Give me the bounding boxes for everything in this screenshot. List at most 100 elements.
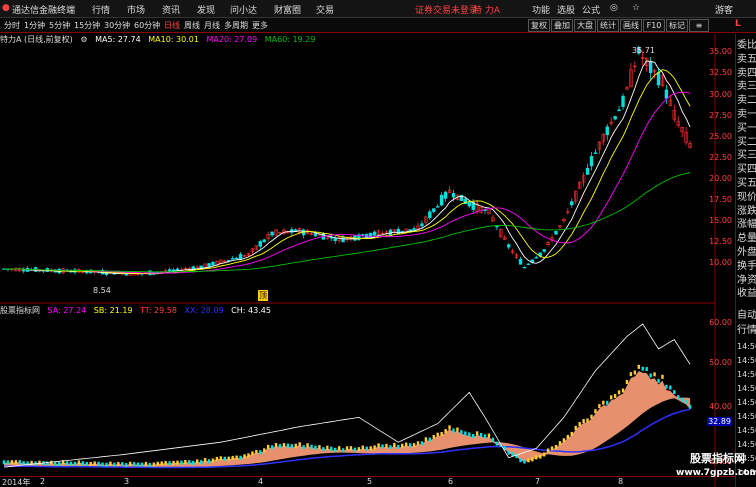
x-axis-label: 7 — [535, 477, 541, 486]
tt-bar — [259, 450, 262, 455]
menu-hangqing[interactable]: 行情 — [92, 3, 110, 16]
candle-body — [408, 229, 412, 231]
tt-bar — [452, 428, 455, 433]
price-axis-label: 35.00 — [709, 47, 732, 56]
tt-bar — [93, 461, 96, 466]
price-axis-label: 20.00 — [709, 174, 732, 183]
target-icon[interactable]: ◎ — [610, 3, 618, 13]
tt-bar — [97, 461, 100, 466]
fuquan-button[interactable]: 复权 — [528, 19, 550, 32]
kline-chart[interactable] — [0, 34, 735, 487]
tt-bar — [306, 443, 309, 448]
tt-bar — [199, 460, 203, 465]
quote-label: 换手 — [737, 260, 756, 272]
period-fenshi[interactable]: 分时 — [4, 20, 20, 31]
sub-indicator-line: 股票指标网 SA: 27.24 SB: 21.19 TT: 29.58 XX: … — [0, 305, 715, 317]
period-60min[interactable]: 60分钟 — [134, 20, 160, 31]
menu-shichang[interactable]: 市场 — [127, 3, 145, 16]
tt-bar — [456, 427, 459, 432]
candle-body — [400, 230, 404, 233]
menu-wenxiaoda[interactable]: 问小达 — [230, 3, 257, 16]
tt-bar — [424, 437, 428, 442]
market-button[interactable]: 大盘 — [574, 19, 596, 32]
menu-faxian[interactable]: 发现 — [197, 3, 215, 16]
tt-bar — [574, 425, 577, 430]
menu-icon[interactable]: ≡ — [689, 19, 709, 32]
quote-label: 14:50 — [737, 384, 756, 393]
sub-indicator-chart — [2, 323, 692, 469]
tt-bar — [109, 461, 112, 466]
tt-bar — [282, 443, 286, 448]
login-notice[interactable]: 证券交易未登录 — [415, 3, 478, 16]
candle-body — [585, 167, 590, 175]
tt-bar — [546, 448, 550, 453]
tt-bar — [373, 445, 376, 450]
tt-bar — [294, 443, 297, 448]
period-30min[interactable]: 30分钟 — [104, 20, 130, 31]
stats-button[interactable]: 统计 — [597, 19, 619, 32]
tt-bar — [322, 447, 325, 452]
tt-bar — [89, 461, 92, 466]
high-price-annotation: 35.71 — [632, 46, 655, 55]
tt-bar — [345, 446, 349, 451]
tt-bar — [274, 443, 278, 448]
candle-body — [451, 193, 456, 198]
menu-xuangu[interactable]: 选股 — [557, 3, 575, 16]
tt-bar — [326, 445, 329, 450]
tt-bar — [621, 388, 625, 393]
period-multi[interactable]: 多周期 — [224, 20, 248, 31]
period-daily[interactable]: 日线 — [164, 20, 180, 31]
menu-gongshi[interactable]: 公式 — [582, 3, 600, 16]
candle-body — [372, 231, 377, 236]
tt-bar — [464, 431, 467, 436]
guest-label[interactable]: 游客 — [715, 3, 733, 16]
period-1min[interactable]: 1分钟 — [24, 20, 45, 31]
x-axis-label: 3 — [124, 477, 130, 486]
x-axis-label: 6 — [448, 477, 454, 486]
tt-bar — [483, 434, 487, 439]
tt-bar — [598, 404, 601, 409]
sub-axis-current: 32.89 — [707, 417, 732, 426]
quote-label: 买一 — [737, 122, 756, 134]
tt-bar — [440, 432, 443, 437]
star-icon[interactable]: ☆ — [632, 3, 640, 13]
period-more[interactable]: 更多 — [252, 20, 268, 31]
menu-gongneng[interactable]: 功能 — [532, 3, 550, 16]
candle-body — [230, 258, 235, 260]
candle-body — [171, 269, 176, 271]
menu-zixun[interactable]: 资讯 — [162, 3, 180, 16]
price-axis-label: 10.00 — [709, 258, 732, 267]
f10-button[interactable]: F10 — [643, 19, 665, 32]
tt-bar — [243, 454, 246, 459]
quote-label: 14:50 — [737, 398, 756, 407]
tt-bar — [168, 461, 171, 466]
tt-bar — [507, 450, 510, 455]
candle-body — [175, 268, 180, 271]
tt-bar — [69, 461, 73, 466]
tt-bar — [10, 460, 14, 465]
tt-value: TT: 29.58 — [140, 306, 177, 315]
period-5min[interactable]: 5分钟 — [49, 20, 70, 31]
menu-jiaoyi[interactable]: 交易 — [316, 3, 334, 16]
period-monthly[interactable]: 月线 — [204, 20, 220, 31]
side-panel-header[interactable]: L — [735, 19, 756, 34]
tt-bar — [412, 443, 416, 448]
sa-value: SA: 27.24 — [47, 306, 87, 315]
tt-bar — [263, 448, 266, 453]
draw-button[interactable]: 画线 — [620, 19, 642, 32]
tt-bar — [625, 380, 629, 385]
quote-label: 现价 — [737, 191, 756, 203]
tt-bar — [602, 400, 605, 405]
tt-bar — [397, 444, 400, 449]
candle-body — [428, 211, 432, 218]
candle-body — [432, 208, 436, 212]
overlay-button[interactable]: 叠加 — [551, 19, 573, 32]
period-weekly[interactable]: 周线 — [184, 20, 200, 31]
mark-button[interactable]: 标记 — [666, 19, 688, 32]
period-15min[interactable]: 15分钟 — [74, 20, 100, 31]
quote-label: 卖四 — [737, 67, 756, 79]
menu-caifuquan[interactable]: 财富圈 — [274, 3, 301, 16]
quote-label: 卖三 — [737, 81, 756, 93]
tt-bar — [657, 378, 660, 383]
tt-bar — [255, 449, 258, 454]
